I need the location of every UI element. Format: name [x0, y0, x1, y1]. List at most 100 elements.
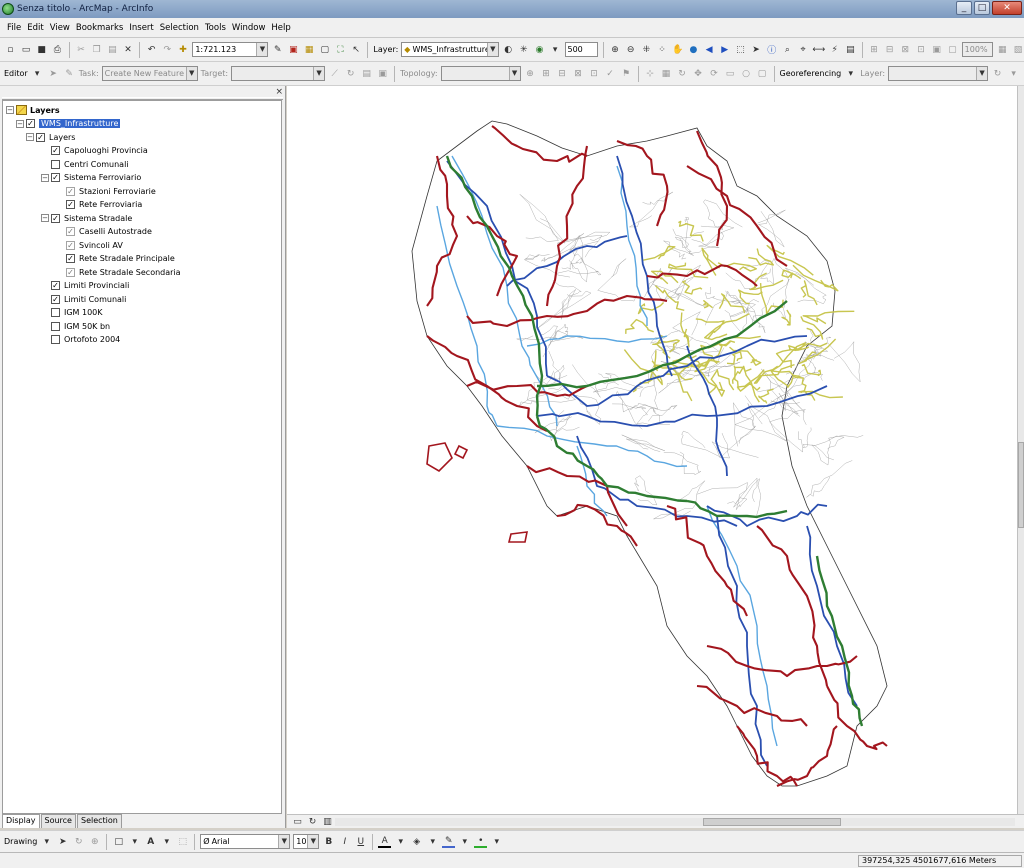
- layer-visibility-checkbox[interactable]: ✓: [51, 146, 60, 155]
- toc-node[interactable]: ✓ Rete Stradale Secondaria: [56, 266, 181, 278]
- select-elements-icon[interactable]: ➤: [56, 835, 69, 848]
- georef-more-icon[interactable]: ▾: [1007, 67, 1020, 80]
- task-combo[interactable]: Create New Feature ▼: [101, 66, 198, 81]
- measure-icon[interactable]: ⟷: [812, 43, 825, 56]
- drawing-menu[interactable]: Drawing: [4, 837, 37, 846]
- tab-source[interactable]: Source: [40, 814, 76, 828]
- new-document-icon[interactable]: ▫: [4, 43, 17, 56]
- bold-button[interactable]: B: [322, 835, 335, 848]
- georef-rotate-icon[interactable]: ↻: [676, 67, 689, 80]
- georef-rectify-icon[interactable]: ▭: [724, 67, 737, 80]
- horizontal-scroll-track[interactable]: [335, 818, 1015, 826]
- layout-zoom-in-icon[interactable]: ⊞: [868, 43, 881, 56]
- error-inspector-icon[interactable]: ⚑: [620, 67, 633, 80]
- chevron-down-icon[interactable]: ▾: [394, 835, 407, 848]
- layer-visibility-checkbox[interactable]: [51, 321, 60, 331]
- chevron-down-icon[interactable]: ▾: [426, 835, 439, 848]
- copy-icon[interactable]: ❐: [90, 43, 103, 56]
- menu-edit[interactable]: Edit: [24, 23, 46, 33]
- chevron-down-icon[interactable]: ▼: [976, 67, 988, 80]
- save-icon[interactable]: ■: [35, 43, 48, 56]
- horizontal-scroll-thumb[interactable]: [703, 818, 841, 826]
- forward-extent-icon[interactable]: ▶: [718, 43, 731, 56]
- cache-size-input[interactable]: 500: [564, 42, 598, 57]
- map-topology-icon[interactable]: ⊞: [540, 67, 553, 80]
- toc-node[interactable]: ✓ Stazioni Ferroviarie: [56, 185, 156, 197]
- collapse-toggle-icon[interactable]: −: [6, 106, 14, 114]
- refresh-icon[interactable]: ▥: [321, 815, 334, 828]
- delete-icon[interactable]: ✕: [122, 43, 135, 56]
- menu-file[interactable]: File: [4, 23, 24, 33]
- topology-edit-icon[interactable]: ⊕: [524, 67, 537, 80]
- toc-node[interactable]: ✓ Rete Stradale Principale: [56, 253, 175, 265]
- whats-this-icon[interactable]: ↖: [350, 43, 363, 56]
- zoom-in-icon[interactable]: ⊕: [609, 43, 622, 56]
- chevron-down-icon[interactable]: ▼: [278, 835, 290, 848]
- sketch-properties-icon[interactable]: ▣: [376, 67, 389, 80]
- layer-visibility-checkbox[interactable]: ✓: [66, 200, 75, 209]
- layout-fixed-zoom-in-icon[interactable]: ⊠: [899, 43, 912, 56]
- layout-zoom-out-icon[interactable]: ⊟: [883, 43, 896, 56]
- fixed-zoom-in-icon[interactable]: ⁜: [640, 43, 653, 56]
- toc-node[interactable]: ✓ Caselli Autostrade: [56, 226, 152, 238]
- georef-update-icon[interactable]: ⟳: [708, 67, 721, 80]
- georef-link-table-icon[interactable]: ▦: [660, 67, 673, 80]
- layer-combo[interactable]: ◆ WMS_Infrastrutture ▼: [401, 42, 499, 57]
- font-combo[interactable]: Ø Arial ▼: [200, 834, 291, 849]
- chevron-down-icon[interactable]: ▾: [128, 835, 141, 848]
- rectangle-icon[interactable]: □: [112, 835, 125, 848]
- back-extent-icon[interactable]: ◀: [703, 43, 716, 56]
- chevron-down-icon[interactable]: ▼: [256, 43, 268, 56]
- arctoolbox-icon[interactable]: ▣: [287, 43, 300, 56]
- fix-topology-icon[interactable]: ✓: [604, 67, 617, 80]
- contrast-icon[interactable]: ◐: [502, 43, 515, 56]
- layer-visibility-checkbox[interactable]: ✓: [51, 173, 60, 182]
- toc-node[interactable]: − ✓ Layers: [26, 131, 75, 143]
- georef-shift-icon[interactable]: ✥: [692, 67, 705, 80]
- layer-visibility-checkbox[interactable]: ✓: [66, 254, 75, 263]
- layer-visibility-checkbox[interactable]: ✓: [66, 240, 75, 250]
- command-line-icon[interactable]: ▢: [318, 43, 331, 56]
- layer-visibility-checkbox[interactable]: ✓: [26, 119, 35, 128]
- toc-node[interactable]: ✓ Limiti Provinciali: [41, 280, 129, 292]
- map-display[interactable]: [287, 86, 1017, 814]
- select-elements-icon[interactable]: ➤: [750, 43, 763, 56]
- model-builder-icon[interactable]: ⛶: [334, 43, 347, 56]
- layer-visibility-checkbox[interactable]: ✓: [66, 227, 75, 236]
- map-canvas[interactable]: [287, 86, 1017, 814]
- toc-node[interactable]: ✓ Capoluoghi Provincia: [41, 145, 148, 157]
- layout-pan-icon[interactable]: ▣: [930, 43, 943, 56]
- layout-view-icon[interactable]: ↻: [306, 815, 319, 828]
- maximize-button[interactable]: □: [974, 1, 990, 15]
- toc-node[interactable]: ✓ Svincoli AV: [56, 239, 123, 251]
- vertical-scroll-thumb[interactable]: [1018, 442, 1024, 528]
- chevron-down-icon[interactable]: ▼: [307, 835, 319, 848]
- editor-toolbar-icon[interactable]: ✎: [271, 43, 284, 56]
- font-color-icon[interactable]: A: [378, 835, 392, 848]
- brightness-icon[interactable]: ✳: [517, 43, 530, 56]
- chevron-down-icon[interactable]: ▾: [458, 835, 471, 848]
- arccatalog-icon[interactable]: ▦: [303, 43, 316, 56]
- font-size-combo[interactable]: 10 ▼: [293, 834, 320, 849]
- close-button[interactable]: ✕: [992, 1, 1022, 15]
- toc-node[interactable]: − ✓ Sistema Ferroviario: [41, 172, 141, 184]
- map-scale-combo[interactable]: 1:721.123 ▼: [192, 42, 269, 57]
- collapse-toggle-icon[interactable]: −: [16, 119, 24, 128]
- full-extent-icon[interactable]: ●: [687, 43, 700, 56]
- show-shared-features-icon[interactable]: ⊟: [556, 67, 569, 80]
- toggle-draft-mode-icon[interactable]: ▦: [996, 43, 1009, 56]
- go-to-xy-icon[interactable]: ⌖: [797, 43, 810, 56]
- tab-selection[interactable]: Selection: [76, 814, 122, 828]
- collapse-toggle-icon[interactable]: −: [41, 214, 49, 222]
- layer-visibility-checkbox[interactable]: [51, 308, 60, 317]
- chevron-down-icon[interactable]: ▾: [31, 67, 44, 80]
- layer-visibility-checkbox[interactable]: ✓: [51, 213, 60, 223]
- georef-rotate-tool-icon[interactable]: ↻: [991, 67, 1004, 80]
- undo-icon[interactable]: ↶: [145, 43, 158, 56]
- redo-icon[interactable]: ↷: [161, 43, 174, 56]
- layer-visibility-checkbox[interactable]: ✓: [66, 186, 75, 196]
- find-icon[interactable]: ⌕: [781, 43, 794, 56]
- fill-color-icon[interactable]: ◈: [410, 835, 423, 848]
- georef-flip-icon[interactable]: ▢: [756, 67, 769, 80]
- display-background-icon[interactable]: ▾: [549, 43, 562, 56]
